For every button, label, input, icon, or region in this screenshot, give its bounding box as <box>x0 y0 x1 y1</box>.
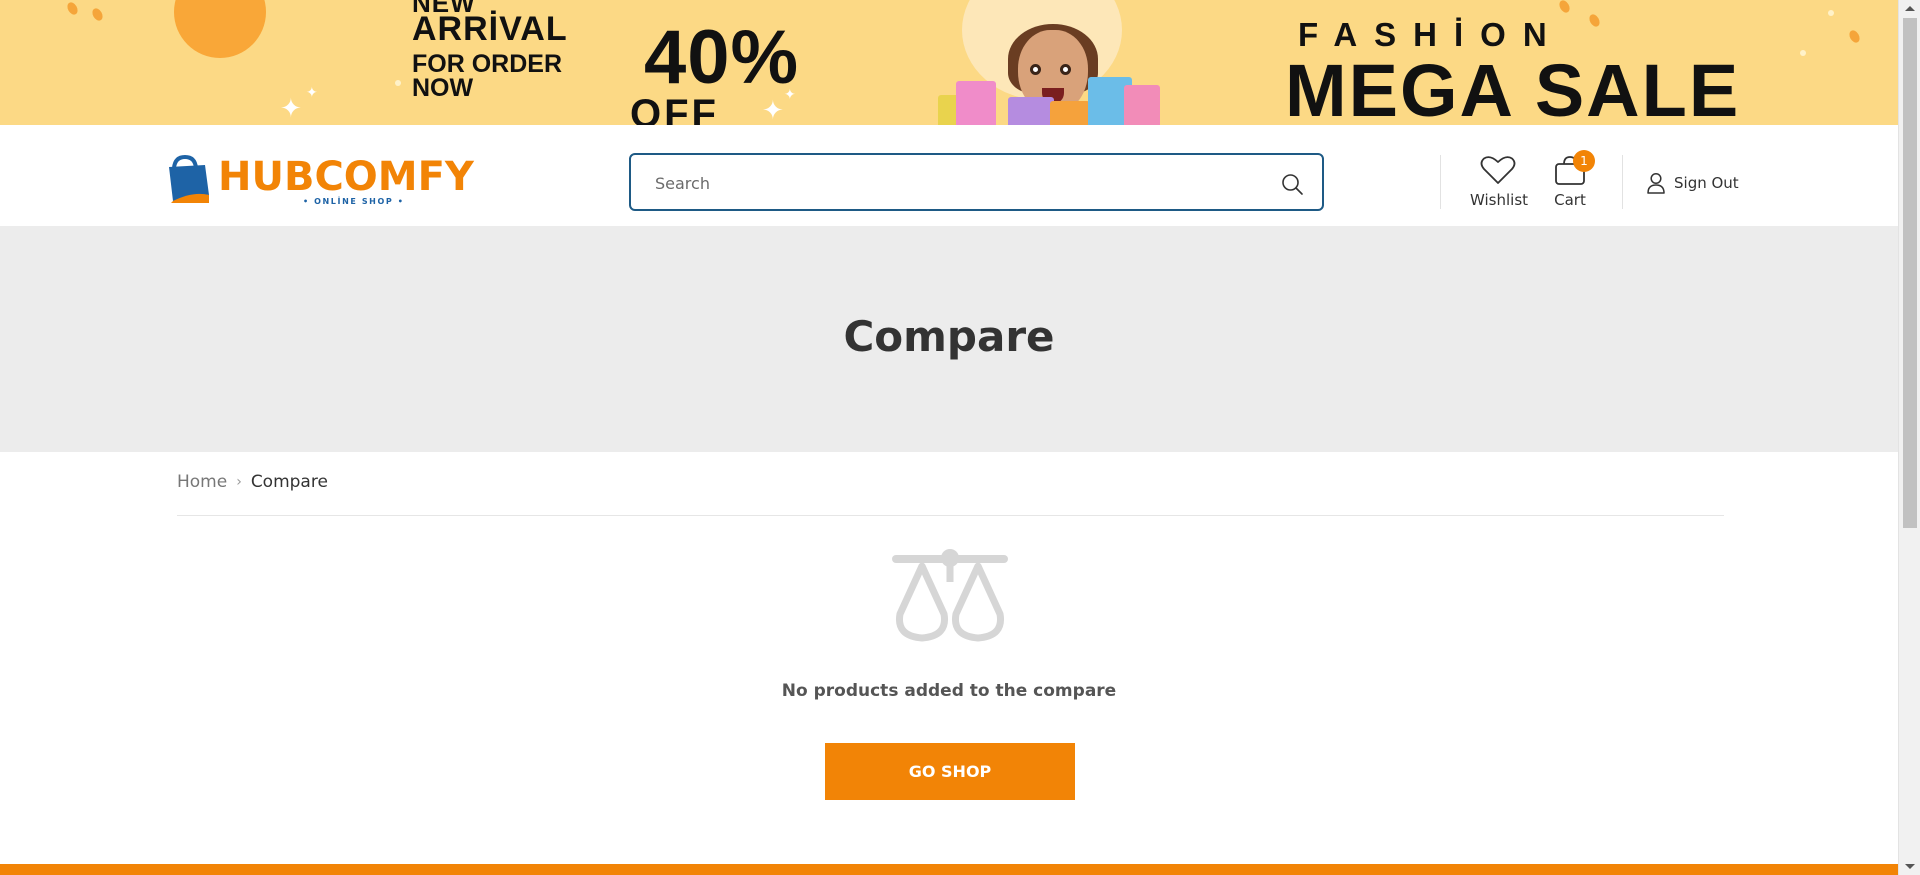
sign-out-label: Sign Out <box>1674 174 1739 192</box>
banner-discount-text: 40% <box>644 15 800 100</box>
page-hero: Compare <box>0 226 1898 452</box>
search-icon[interactable] <box>1280 172 1304 196</box>
dot-decoration <box>1828 10 1834 16</box>
breadcrumb-current: Compare <box>250 472 328 492</box>
confetti-decoration <box>1847 28 1862 45</box>
shopping-bag-decoration <box>1124 85 1160 125</box>
shopping-bag-logo-icon <box>169 154 209 203</box>
dot-decoration <box>1800 50 1806 56</box>
shopping-bag-decoration <box>1008 97 1054 125</box>
chevron-right-icon: › <box>236 474 242 490</box>
sign-out-button[interactable]: Sign Out <box>1646 171 1739 195</box>
promo-banner[interactable]: ✦ ✦ ✦ ✦ NEW ARRİVAL FOR ORDER NOW 40% OF… <box>0 0 1898 125</box>
page-title: Compare <box>843 312 1055 361</box>
header-divider <box>1622 155 1623 209</box>
logo-wordmark: HUBCOMFY <box>218 154 474 200</box>
confetti-decoration <box>1557 0 1572 15</box>
cart-label: Cart <box>1554 191 1586 209</box>
footer-accent-bar <box>0 864 1898 875</box>
wishlist-button[interactable]: Wishlist <box>1470 155 1529 209</box>
cart-count-badge: 1 <box>1573 150 1595 172</box>
scrollbar-thumb[interactable] <box>1903 18 1917 528</box>
breadcrumb-divider <box>177 515 1724 516</box>
site-logo[interactable]: HUBCOMFY • ONLİNE SHOP • <box>163 153 474 209</box>
sparkle-icon: ✦ <box>762 96 784 125</box>
user-icon <box>1647 172 1665 194</box>
eye-decoration <box>1030 64 1041 75</box>
banner-sun-decoration <box>174 0 266 58</box>
scroll-down-arrow-icon[interactable] <box>1905 864 1915 869</box>
shopper-illustration <box>938 24 1168 125</box>
confetti-decoration <box>65 0 80 17</box>
search-box <box>629 153 1324 211</box>
breadcrumb: Home › Compare <box>177 472 328 492</box>
eye-decoration <box>1060 64 1071 75</box>
site-header: HUBCOMFY • ONLİNE SHOP • Wishlist Cart 1… <box>0 125 1898 226</box>
empty-compare-message: No products added to the compare <box>781 681 1117 701</box>
go-shop-button[interactable]: GO SHOP <box>825 743 1075 800</box>
sparkle-icon: ✦ <box>306 85 318 101</box>
page-scrollbar[interactable] <box>1898 0 1920 875</box>
banner-arrival-text: ARRİVAL <box>412 10 568 48</box>
search-input[interactable] <box>655 169 1255 197</box>
banner-off-text: OFF <box>630 92 719 125</box>
dot-decoration <box>395 80 401 86</box>
shopping-bag-decoration <box>956 81 996 125</box>
wishlist-label: Wishlist <box>1470 191 1529 209</box>
confetti-decoration <box>90 6 105 23</box>
logo-tagline: • ONLİNE SHOP • <box>303 197 405 206</box>
sparkle-icon: ✦ <box>280 94 302 124</box>
banner-mega-sale-text: MEGA SALE <box>1285 49 1741 125</box>
shopping-bag-decoration <box>1050 101 1090 125</box>
scroll-up-arrow-icon[interactable] <box>1905 6 1915 11</box>
confetti-decoration <box>1587 12 1602 29</box>
banner-order-text: FOR ORDER NOW <box>412 50 562 102</box>
heart-icon <box>1480 156 1516 184</box>
header-divider <box>1440 155 1441 209</box>
balance-scale-icon <box>892 549 1008 642</box>
breadcrumb-home-link[interactable]: Home <box>177 472 227 492</box>
